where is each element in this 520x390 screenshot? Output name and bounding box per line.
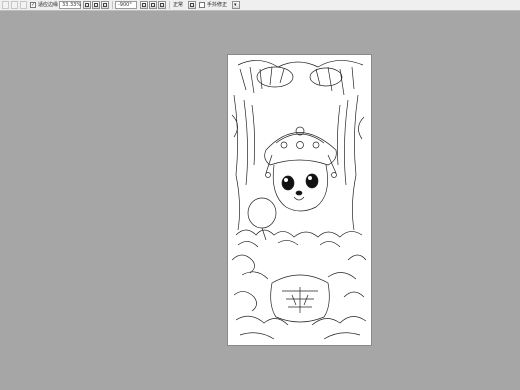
rotate-right-button[interactable] xyxy=(149,1,157,9)
reset-rotation-icon xyxy=(160,3,164,7)
zoom-in-icon xyxy=(85,3,89,7)
lineart-drawing xyxy=(231,60,367,340)
zoom-out-button[interactable] xyxy=(92,1,100,9)
view-toolbar: ✓ 适应边缘 33.33% -900° 正常 手抖修正 ▾ xyxy=(0,0,520,11)
blend-mode-label[interactable]: 正常 xyxy=(173,1,183,9)
dropdown-button[interactable]: ▾ xyxy=(232,1,240,9)
undo-button[interactable] xyxy=(2,1,9,9)
rotation-field[interactable]: -900° xyxy=(115,1,137,9)
hand-correction-label: 手抖修正 xyxy=(207,2,228,8)
zoom-in-button[interactable] xyxy=(83,1,91,9)
toolbar-divider xyxy=(112,1,113,9)
redo-button[interactable] xyxy=(11,1,18,9)
zoom-out-icon xyxy=(94,3,98,7)
rotate-left-button[interactable] xyxy=(140,1,148,9)
history-button[interactable] xyxy=(20,1,27,9)
toolbar-divider xyxy=(169,1,170,9)
actual-size-icon xyxy=(103,3,107,7)
rotate-right-icon xyxy=(151,3,155,7)
zoom-field[interactable]: 33.33% xyxy=(59,1,81,9)
hand-correction-checkbox[interactable] xyxy=(199,2,205,8)
actual-size-button[interactable] xyxy=(101,1,109,9)
chevron-down-icon: ▾ xyxy=(234,2,237,8)
drawing-canvas[interactable] xyxy=(228,55,371,345)
fit-screen-label: 适应边缘 xyxy=(38,2,59,8)
flip-button[interactable] xyxy=(188,1,196,9)
flip-icon xyxy=(190,3,194,7)
fit-screen-checkbox[interactable]: ✓ xyxy=(30,2,36,8)
checkmark-icon: ✓ xyxy=(31,2,36,8)
reset-rotation-button[interactable] xyxy=(158,1,166,9)
rotate-left-icon xyxy=(142,3,146,7)
